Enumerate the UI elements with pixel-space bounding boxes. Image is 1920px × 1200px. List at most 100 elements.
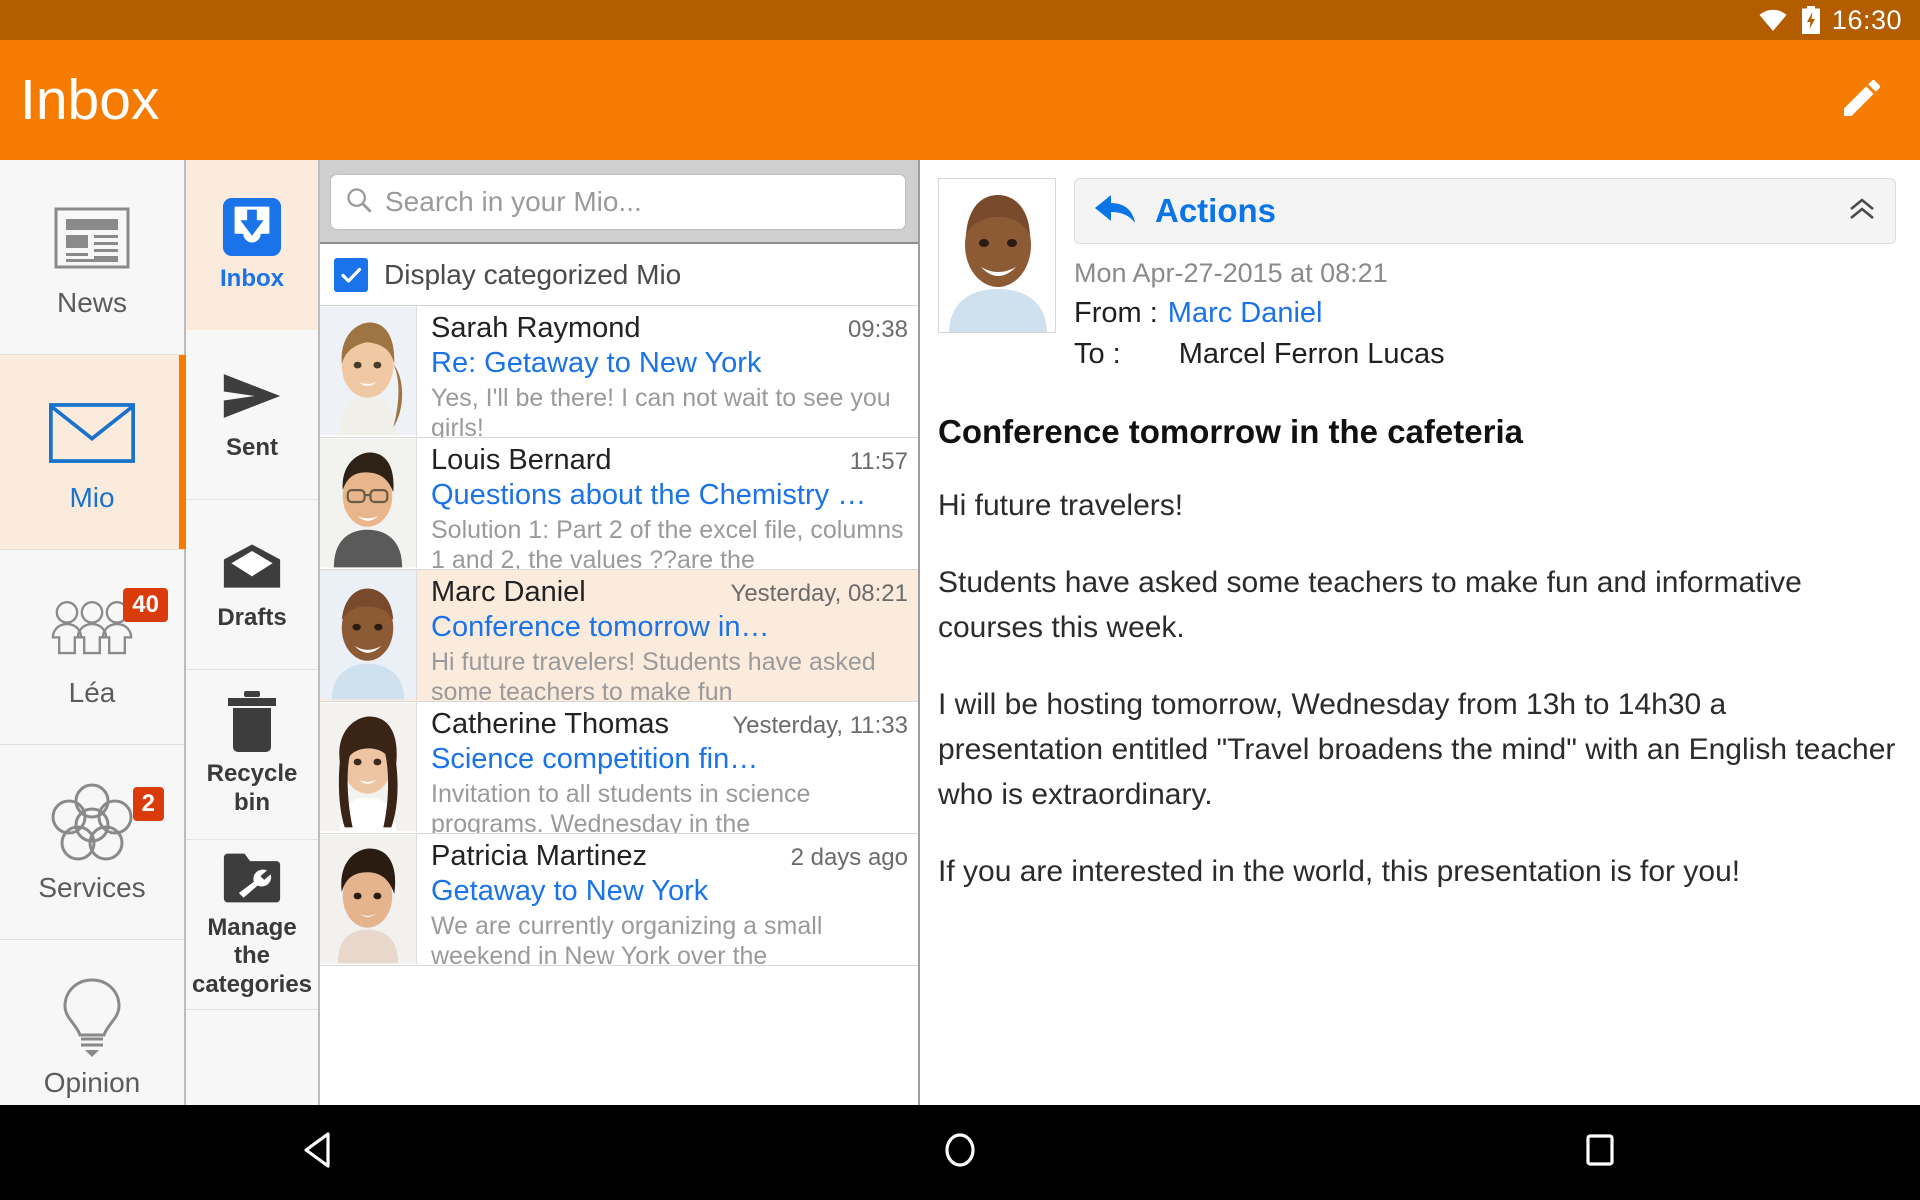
mail-preview: Hi future travelers! Students have asked… <box>431 647 876 702</box>
mail-timestamp: 2 days ago <box>790 844 908 871</box>
avatar <box>320 438 417 568</box>
mail-timestamp: 11:57 <box>849 448 908 475</box>
envelope-icon <box>49 390 135 476</box>
folder-item-inbox[interactable]: Inbox <box>186 160 318 330</box>
list-item[interactable]: Patricia Martinez 2 days ago Getaway to … <box>320 834 918 966</box>
mail-sender: Catherine Thomas <box>431 708 670 740</box>
folder-item-label: Sent <box>225 434 278 462</box>
mail-to-label: To : <box>1074 338 1121 370</box>
home-button[interactable] <box>900 1105 1020 1200</box>
mail-preview: Solution 1: Part 2 of the excel file, co… <box>431 515 904 570</box>
sidebar-item-label: News <box>56 287 127 318</box>
list-item-content: Catherine Thomas Yesterday, 11:33 Scienc… <box>417 702 918 833</box>
sidebar-item-label: Léa <box>68 677 116 708</box>
mail-subject: Getaway to New York <box>431 875 709 907</box>
mail-subject: Conference tomorrow in… <box>431 611 770 643</box>
mail-subject: Re: Getaway to New York <box>431 347 762 379</box>
list-item[interactable]: Marc Daniel Yesterday, 08:21 Conference … <box>320 570 918 702</box>
app-bar: Inbox <box>0 40 1920 160</box>
folder-item-label: Inbox <box>220 264 284 292</box>
android-navigation-bar <box>0 1105 1920 1200</box>
mail-from-label: From : <box>1074 297 1158 329</box>
android-screen: 16:30 Inbox News Mio 40 Léa 2 Services O… <box>0 0 1920 1200</box>
mail-list[interactable]: Sarah Raymond 09:38 Re: Getaway to New Y… <box>320 306 918 1105</box>
mail-body: Hi future travelers! Students have asked… <box>938 483 1896 894</box>
newspaper-icon <box>49 195 135 281</box>
circle-home-icon <box>938 1128 982 1177</box>
list-item-content: Sarah Raymond 09:38 Re: Getaway to New Y… <box>417 306 918 437</box>
sidebar-item-mio[interactable]: Mio <box>0 355 186 550</box>
mail-from-value[interactable]: Marc Daniel <box>1168 297 1323 330</box>
mail-paragraph: Students have asked some teachers to mak… <box>938 566 1802 644</box>
list-item[interactable]: Catherine Thomas Yesterday, 11:33 Scienc… <box>320 702 918 834</box>
mail-subject: Science competition fin… <box>431 743 759 775</box>
folder-item-sent[interactable]: Sent <box>186 330 318 500</box>
list-item[interactable]: Louis Bernard 11:57 Questions about the … <box>320 438 918 570</box>
battery-charging-icon <box>1801 6 1820 34</box>
folder-item-recycle-bin[interactable]: Recycle bin <box>186 670 318 840</box>
mail-from-line: From : Marc Daniel <box>1074 297 1896 330</box>
mail-date: Mon Apr-27-2015 at 08:21 <box>1074 258 1388 288</box>
status-icons <box>1758 6 1820 34</box>
mail-sender: Marc Daniel <box>431 576 586 608</box>
status-badge: 40 <box>123 588 168 622</box>
sidebar-item-news[interactable]: News <box>0 160 184 355</box>
folder-wrench-icon <box>222 850 282 906</box>
wifi-icon <box>1758 8 1788 32</box>
mail-timestamp: Yesterday, 08:21 <box>730 580 908 607</box>
folder-item-label: Drafts <box>217 604 287 632</box>
avatar <box>320 834 417 964</box>
square-recents-icon <box>1578 1128 1622 1177</box>
mail-to-value: Marcel Ferron Lucas <box>1178 338 1445 370</box>
status-badge: 2 <box>132 787 164 821</box>
pencil-icon <box>1838 74 1886 127</box>
reply-arrow-icon <box>1093 191 1137 232</box>
mail-paragraph: If you are interested in the world, this… <box>938 855 1741 888</box>
mail-subject: Questions about the Chemistry … <box>431 479 867 511</box>
actions-button[interactable]: Actions <box>1074 178 1896 244</box>
mail-timestamp: 09:38 <box>847 316 908 343</box>
mail-subject-heading: Conference tomorrow in the cafeteria <box>938 413 1523 450</box>
list-item-content: Marc Daniel Yesterday, 08:21 Conference … <box>417 570 918 701</box>
avatar <box>320 702 417 832</box>
sidebar-item-label: Opinion <box>43 1067 141 1098</box>
triangle-back-icon <box>298 1128 342 1177</box>
folder-item-manage-categories[interactable]: Manage the categories <box>186 840 318 1010</box>
inbox-download-icon <box>222 197 282 257</box>
mail-list-column: Search in your Mio... Display categorize… <box>320 160 920 1105</box>
status-clock: 16:30 <box>1831 4 1902 35</box>
display-categorized-checkbox[interactable] <box>334 257 368 292</box>
sidebar-item-services[interactable]: 2 Services <box>0 745 184 940</box>
lightbulb-icon <box>49 975 135 1061</box>
avatar <box>320 306 417 436</box>
folder-item-label: Recycle bin <box>206 760 298 816</box>
main-content: News Mio 40 Léa 2 Services Opinion Inbox… <box>0 160 1920 1135</box>
mail-to-line: To : Marcel Ferron Lucas <box>1074 338 1896 371</box>
mail-paragraph: I will be hosting tomorrow, Wednesday fr… <box>938 688 1896 811</box>
mail-timestamp: Yesterday, 11:33 <box>732 712 908 739</box>
open-envelope-icon <box>222 536 282 596</box>
trash-icon <box>222 691 282 753</box>
page-title: Inbox <box>20 67 160 132</box>
reading-pane: Actions Mon Apr-27-2015 at 08:21 From : … <box>920 160 1920 1105</box>
back-button[interactable] <box>260 1105 380 1200</box>
list-item[interactable]: Sarah Raymond 09:38 Re: Getaway to New Y… <box>320 306 918 438</box>
search-input[interactable]: Search in your Mio... <box>330 174 906 230</box>
actions-label: Actions <box>1155 192 1277 229</box>
category-filter-row[interactable]: Display categorized Mio <box>320 244 918 306</box>
people-icon <box>49 585 135 671</box>
mail-paragraph: Hi future travelers! <box>938 489 1184 522</box>
flower-icon <box>49 780 135 866</box>
mail-sender: Louis Bernard <box>431 444 612 476</box>
sidebar-item-lea[interactable]: 40 Léa <box>0 550 184 745</box>
reader-header: Actions Mon Apr-27-2015 at 08:21 From : … <box>938 178 1896 371</box>
folder-item-drafts[interactable]: Drafts <box>186 500 318 670</box>
recents-button[interactable] <box>1540 1105 1660 1200</box>
search-placeholder: Search in your Mio... <box>385 186 642 217</box>
chevron-double-up-icon[interactable] <box>1847 195 1877 228</box>
search-bar-container: Search in your Mio... <box>320 160 918 244</box>
status-bar: 16:30 <box>0 0 1920 40</box>
compose-button[interactable] <box>1832 70 1892 130</box>
folders-rail: Inbox Sent Drafts Recycle bin Manage the… <box>186 160 320 1105</box>
list-item-content: Patricia Martinez 2 days ago Getaway to … <box>417 834 918 965</box>
